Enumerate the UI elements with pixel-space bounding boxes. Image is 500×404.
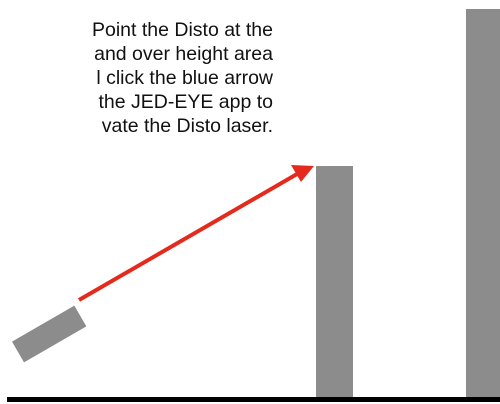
instruction-text: Point the Disto at the and over height a… [0,18,273,138]
short-pillar [316,166,353,402]
instruction-line-5: vate the Disto laser. [101,115,273,137]
disto-device-icon [12,305,87,363]
tall-pillar [466,9,500,402]
instruction-line-3: l click the blue arrow [96,67,273,89]
laser-arrow-icon [77,168,306,302]
laser-arrow-head-icon [291,165,314,182]
instruction-line-2: and over height area [94,43,273,65]
instruction-line-1: Point the Disto at the [91,19,273,41]
ground-line [7,397,500,402]
instruction-line-4: the JED-EYE app to [98,91,273,113]
